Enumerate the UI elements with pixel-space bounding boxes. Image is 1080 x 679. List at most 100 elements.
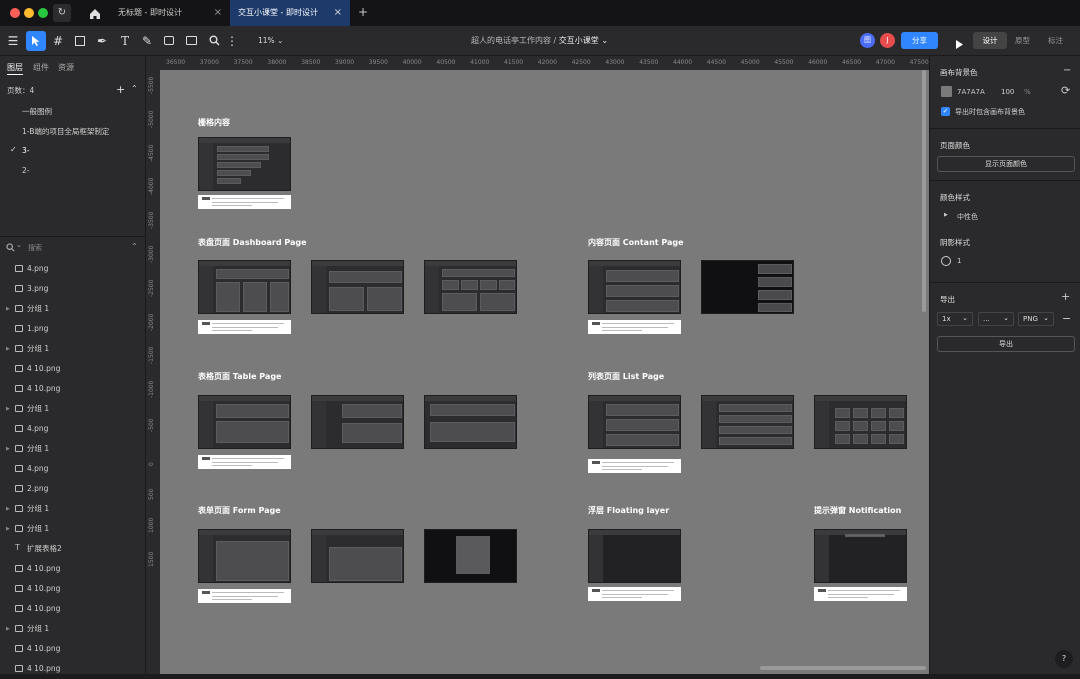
- artboard-grid[interactable]: [198, 137, 291, 191]
- artboard-notification[interactable]: [814, 529, 907, 583]
- layer-item[interactable]: ▶ 分组 1: [0, 499, 146, 519]
- comment-tool-icon[interactable]: [159, 31, 179, 51]
- new-tab-button[interactable]: +: [358, 5, 368, 19]
- chevron-down-icon[interactable]: ⌄: [601, 36, 608, 45]
- expand-arrow-icon[interactable]: ▶: [6, 339, 10, 359]
- tab-prototype[interactable]: 原型: [1015, 35, 1030, 46]
- breadcrumb-project[interactable]: 超人的电话亭工作内容: [471, 36, 551, 45]
- layer-item[interactable]: 4 10.png: [0, 639, 146, 659]
- image-tool-icon[interactable]: [181, 31, 201, 51]
- horizontal-scrollbar[interactable]: [760, 666, 926, 670]
- artboard-floating[interactable]: [588, 529, 681, 583]
- close-tab-icon[interactable]: ×: [334, 0, 342, 26]
- page-item-active[interactable]: 3-: [22, 146, 29, 155]
- export-button[interactable]: 导出: [937, 336, 1075, 352]
- canvas-bg-swatch[interactable]: [941, 86, 952, 97]
- layer-item[interactable]: 1.png: [0, 319, 146, 339]
- shadow-style-icon[interactable]: [941, 256, 951, 266]
- artboard-content[interactable]: [588, 260, 681, 314]
- avatar[interactable]: J: [880, 33, 895, 48]
- minimize-window-button[interactable]: [24, 8, 34, 18]
- expand-arrow-icon[interactable]: ▶: [6, 519, 10, 539]
- zoom-select[interactable]: 11% ⌄: [258, 36, 283, 45]
- layer-item[interactable]: 4 10.png: [0, 359, 146, 379]
- design-canvas[interactable]: 栅格内容 表盘页面 Dashboard Page 内容页面 Contant Pa…: [160, 70, 929, 674]
- share-button[interactable]: 分享: [901, 32, 938, 49]
- artboard-table[interactable]: [311, 395, 404, 449]
- artboard-list[interactable]: [588, 395, 681, 449]
- text-tool-icon[interactable]: T: [115, 31, 135, 51]
- collapse-all-icon[interactable]: ⌃: [131, 242, 138, 251]
- tab-untitled[interactable]: 无标题 - 即时设计 ×: [110, 0, 230, 26]
- layer-item[interactable]: 4.png: [0, 259, 146, 279]
- export-format-select[interactable]: PNG ⌄: [1018, 312, 1054, 326]
- tab-design[interactable]: 设计: [973, 32, 1007, 49]
- maximize-window-button[interactable]: [38, 8, 48, 18]
- more-icon[interactable]: ⋮: [222, 31, 242, 51]
- expand-arrow-icon[interactable]: ▶: [944, 212, 948, 218]
- layer-item[interactable]: ▶ 分组 1: [0, 399, 146, 419]
- avatar[interactable]: 图: [860, 33, 875, 48]
- expand-arrow-icon[interactable]: ▶: [6, 399, 10, 419]
- export-suffix-select[interactable]: ... ⌄: [978, 312, 1014, 326]
- include-bg-checkbox[interactable]: ✓: [941, 107, 950, 116]
- artboard-table[interactable]: [424, 395, 517, 449]
- pencil-tool-icon[interactable]: ✎: [137, 31, 157, 51]
- expand-arrow-icon[interactable]: ▶: [6, 439, 10, 459]
- layer-item[interactable]: ▶ 分组 1: [0, 299, 146, 319]
- move-tool-icon[interactable]: [26, 31, 46, 51]
- layer-item[interactable]: 4 10.png: [0, 579, 146, 599]
- menu-icon[interactable]: ☰: [3, 31, 23, 51]
- artboard-form[interactable]: [311, 529, 404, 583]
- home-icon[interactable]: [88, 6, 102, 20]
- layer-item[interactable]: ▶ 分组 1: [0, 519, 146, 539]
- layer-item[interactable]: 2.png: [0, 479, 146, 499]
- layer-item[interactable]: 4.png: [0, 419, 146, 439]
- reload-icon[interactable]: ↻: [53, 4, 71, 22]
- tab-interaction-class[interactable]: 交互小课堂 - 即时设计 ×: [230, 0, 350, 26]
- tab-components[interactable]: 组件: [33, 62, 49, 73]
- layer-item[interactable]: ▶ 分组 1: [0, 619, 146, 639]
- layer-search[interactable]: ⌄ 搜索 ⌃: [5, 241, 140, 254]
- chevron-down-icon[interactable]: ⌄: [16, 241, 22, 249]
- pen-tool-icon[interactable]: ✒: [92, 31, 112, 51]
- artboard-dashboard[interactable]: [311, 260, 404, 314]
- reset-icon[interactable]: ⟳: [1061, 84, 1070, 97]
- vertical-scrollbar[interactable]: [922, 70, 926, 312]
- breadcrumb-file[interactable]: 交互小课堂: [559, 36, 599, 45]
- export-scale-select[interactable]: 1x ⌄: [937, 312, 973, 326]
- play-icon[interactable]: [954, 35, 964, 54]
- frame-tool-icon[interactable]: #: [48, 31, 68, 51]
- close-tab-icon[interactable]: ×: [214, 0, 222, 26]
- tab-annotate[interactable]: 标注: [1048, 35, 1063, 46]
- page-item[interactable]: 一般图例: [22, 106, 52, 117]
- tab-assets[interactable]: 资源: [58, 62, 74, 73]
- artboard-content-dark[interactable]: [701, 260, 794, 314]
- artboard-list[interactable]: [701, 395, 794, 449]
- expand-arrow-icon[interactable]: ▶: [6, 299, 10, 319]
- artboard-form-modal[interactable]: [424, 529, 517, 583]
- layer-item[interactable]: ▶ 分组 1: [0, 439, 146, 459]
- artboard-dashboard[interactable]: [198, 260, 291, 314]
- remove-export-button[interactable]: −: [1062, 312, 1071, 325]
- layer-item[interactable]: 4.png: [0, 459, 146, 479]
- show-page-color-button[interactable]: 显示页面颜色: [937, 156, 1075, 172]
- canvas-bg-opacity[interactable]: 100: [1001, 88, 1014, 96]
- color-style-item[interactable]: 中性色: [957, 212, 978, 222]
- search-input[interactable]: 搜索: [28, 243, 42, 253]
- collapse-pages-icon[interactable]: ⌃: [131, 84, 138, 93]
- layer-item[interactable]: ▶ 分组 1: [0, 339, 146, 359]
- tab-layers[interactable]: 图层: [7, 62, 23, 73]
- close-window-button[interactable]: [10, 8, 20, 18]
- page-item[interactable]: 2-: [22, 166, 29, 175]
- add-page-button[interactable]: +: [116, 83, 125, 96]
- shadow-count[interactable]: 1: [957, 257, 961, 265]
- add-export-button[interactable]: +: [1061, 290, 1070, 303]
- layer-item[interactable]: 4 10.png: [0, 659, 146, 679]
- expand-arrow-icon[interactable]: ▶: [6, 499, 10, 519]
- search-icon[interactable]: [204, 31, 224, 51]
- artboard-form[interactable]: [198, 529, 291, 583]
- expand-arrow-icon[interactable]: ▶: [6, 619, 10, 639]
- shape-tool-icon[interactable]: [70, 31, 90, 51]
- collapse-icon[interactable]: −: [1063, 65, 1071, 76]
